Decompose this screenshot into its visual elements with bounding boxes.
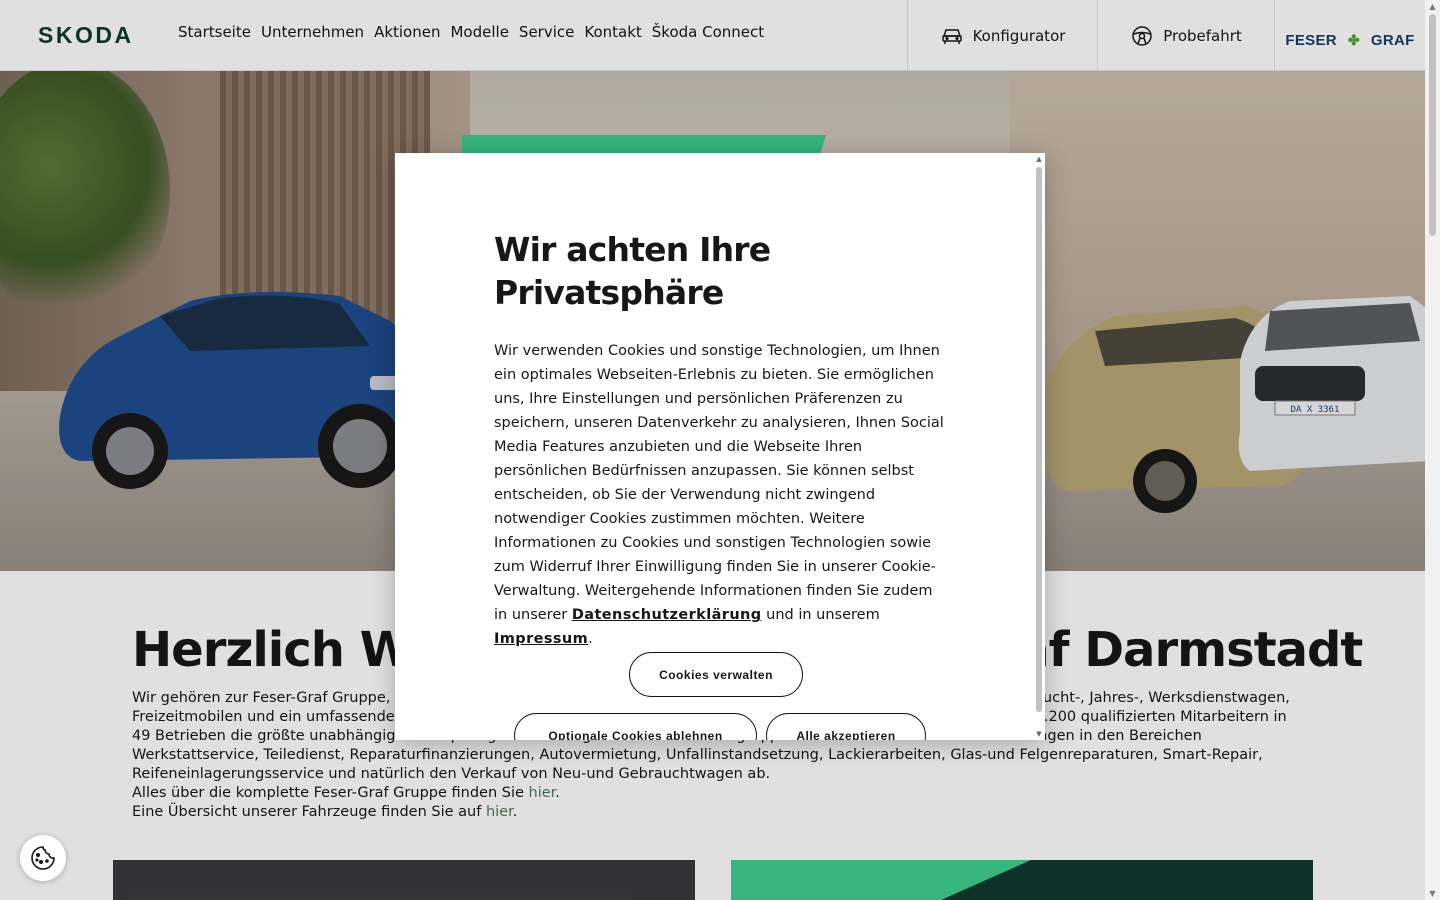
page-scroll-up-icon[interactable]: ▲ — [1425, 2, 1440, 11]
cookie-icon — [31, 846, 55, 870]
privacy-policy-link[interactable]: Datenschutzerklärung — [572, 607, 762, 623]
modal-body-mid: und in unserem — [761, 607, 880, 623]
manage-cookies-button[interactable]: Cookies verwalten — [629, 652, 803, 697]
decline-optional-cookies-button[interactable]: Optionale Cookies ablehnen — [514, 713, 757, 740]
page-scroll-down-icon[interactable]: ▼ — [1425, 889, 1440, 898]
page-scroll-thumb[interactable] — [1429, 14, 1436, 236]
modal-body: Wir verwenden Cookies und sonstige Techn… — [494, 339, 944, 651]
modal-body-text: Wir verwenden Cookies und sonstige Techn… — [494, 343, 944, 623]
modal-scroll-up-icon[interactable]: ▲ — [1035, 155, 1043, 163]
cookie-consent-dialog: Wir achten Ihre Privatsphäre Wir verwend… — [395, 153, 1045, 740]
imprint-link[interactable]: Impressum — [494, 631, 588, 647]
modal-scroll-thumb[interactable] — [1036, 167, 1042, 712]
modal-body-end: . — [588, 631, 593, 647]
cookie-settings-button[interactable] — [20, 835, 66, 881]
modal-scroll-down-icon[interactable]: ▼ — [1035, 730, 1043, 738]
modal-scrollbar[interactable]: ▲ ▼ — [1035, 155, 1043, 738]
modal-title: Wir achten Ihre Privatsphäre — [494, 230, 771, 312]
accept-all-cookies-button[interactable]: Alle akzeptieren — [766, 713, 926, 740]
page-scrollbar[interactable]: ▲ ▼ — [1425, 0, 1440, 900]
